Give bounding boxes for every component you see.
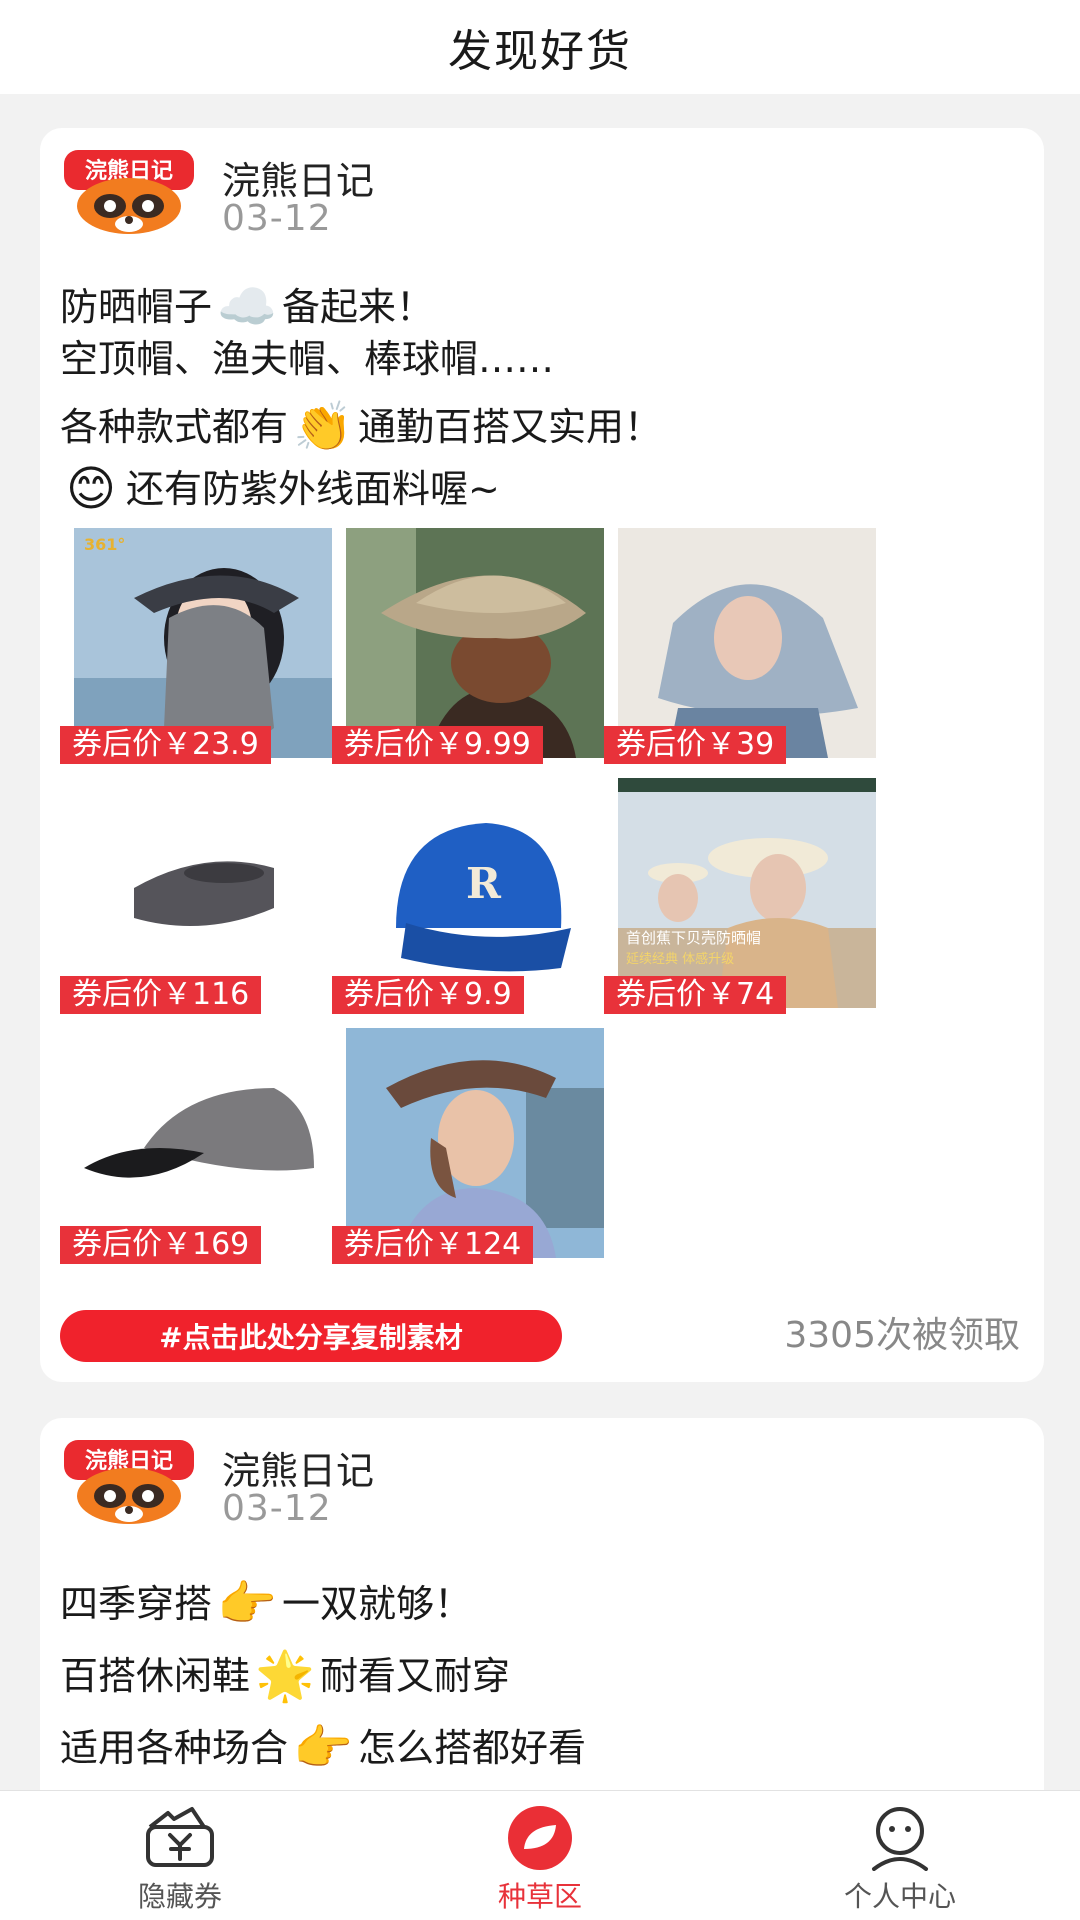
product-image[interactable] — [346, 1028, 604, 1258]
nav-label: 种草区 — [497, 1880, 582, 1913]
price-tag: 券后价￥74 — [604, 976, 787, 1014]
price-tag: 券后价￥116 — [60, 976, 262, 1014]
product-item[interactable]: 券后价￥116 — [60, 778, 332, 1014]
post-line-text: 耐看又耐穿 — [320, 1654, 511, 1698]
post-line: 四季穿搭 👉 一双就够！ — [60, 1568, 1000, 1640]
leaf-icon — [508, 1806, 572, 1870]
post-line-text: 适用各种场合 — [60, 1726, 289, 1770]
post-date: 03-12 — [222, 198, 332, 239]
nav-label: 个人中心 — [843, 1880, 956, 1913]
claim-count: 3305次被领取 — [784, 1315, 1020, 1356]
product-item[interactable]: 361° 券后价￥23.9 — [60, 528, 332, 764]
star-icon: 🌟 — [255, 1648, 315, 1704]
promo-text: 首创蕉下贝壳防晒帽 — [626, 929, 761, 947]
author-name: 浣熊日记 — [222, 159, 375, 203]
post-date: 03-12 — [222, 1488, 332, 1529]
author-name: 浣熊日记 — [222, 1449, 375, 1493]
product-image[interactable] — [618, 528, 876, 758]
bottom-nav: 隐藏券 种草区 个人中心 — [0, 1790, 1080, 1920]
post-line: 适用各种场合 👉 怎么搭都好看 — [60, 1712, 1000, 1784]
top-bar: 发现好货 — [0, 0, 1080, 94]
raccoon-avatar-icon[interactable]: 浣熊日记 — [60, 148, 198, 234]
clapping-hands-icon: 👏 — [293, 399, 353, 455]
promo-subtext: 延续经典 体感升级 — [626, 951, 734, 967]
app-screen: 发现好货 浣熊日记 浣熊日记 03-12 防晒帽子 ☁️ 备起来！ 空顶帽、渔夫… — [0, 0, 1080, 1920]
price-tag: 券后价￥124 — [332, 1226, 534, 1264]
product-image[interactable] — [74, 778, 332, 1008]
product-image[interactable]: 361° — [74, 528, 332, 758]
product-item[interactable]: 券后价￥39 — [604, 528, 876, 764]
cloud-icon: ☁️ — [217, 279, 277, 335]
product-image[interactable] — [346, 528, 604, 758]
price-tag: 券后价￥9.99 — [332, 726, 543, 764]
person-icon — [872, 1807, 928, 1871]
product-item[interactable]: R 券后价￥9.9 — [332, 778, 604, 1014]
product-image[interactable]: 首创蕉下贝壳防晒帽 延续经典 体感升级 — [618, 778, 876, 1008]
post-line-text: 四季穿搭 — [60, 1582, 213, 1626]
price-tag: 券后价￥169 — [60, 1226, 262, 1264]
nav-label: 隐藏券 — [137, 1880, 222, 1913]
post-line-text: 空顶帽、渔夫帽、棒球帽…… — [60, 337, 555, 381]
pointing-hand-icon: 👉 — [217, 1576, 277, 1632]
product-image[interactable] — [74, 1028, 332, 1258]
smiley-icon: 😊 — [65, 461, 117, 517]
post-line: 😊 还有防紫外线面料喔~ — [56, 458, 1000, 520]
post-card[interactable]: 浣熊日记 浣熊日记 03-12 防晒帽子 ☁️ 备起来！ 空顶帽、渔夫帽、棒球帽… — [40, 128, 1044, 1382]
post-text: 防晒帽子 ☁️ 备起来！ 空顶帽、渔夫帽、棒球帽…… 各种款式都有 👏 通勤百搭… — [60, 276, 1000, 520]
product-image[interactable]: R — [346, 778, 604, 1008]
product-item[interactable]: 券后价￥169 — [60, 1028, 332, 1264]
product-item[interactable]: 首创蕉下贝壳防晒帽 延续经典 体感升级 券后价￥74 — [604, 778, 876, 1014]
post-line-text: 各种款式都有 — [60, 405, 289, 449]
price-tag: 券后价￥39 — [604, 726, 787, 764]
nav-item-discover[interactable]: 种草区 — [360, 1791, 720, 1920]
post-text: 四季穿搭 👉 一双就够！ 百搭休闲鞋 🌟 耐看又耐穿 适用各种场合 👉 怎么搭都… — [60, 1568, 1000, 1784]
brand-logo: 361° — [84, 535, 125, 554]
raccoon-avatar-icon[interactable]: 浣熊日记 — [60, 1438, 198, 1524]
post-line-text: 备起来！ — [282, 285, 435, 329]
post-line: 各种款式都有 👏 通勤百搭又实用！ — [60, 396, 1000, 458]
nav-item-profile[interactable]: 个人中心 — [720, 1791, 1080, 1920]
product-item[interactable]: 券后价￥124 — [332, 1028, 604, 1264]
product-item[interactable]: 券后价￥9.99 — [332, 528, 604, 764]
post-line-text: 通勤百搭又实用！ — [358, 405, 663, 449]
share-copy-button[interactable]: #点击此处分享复制素材 — [60, 1310, 562, 1362]
cap-logo: R — [466, 859, 502, 908]
nav-item-hidden-coupons[interactable]: 隐藏券 — [0, 1791, 360, 1920]
page-title: 发现好货 — [448, 26, 632, 77]
post-line-text: 还有防紫外线面料喔~ — [126, 467, 500, 511]
post-line: 百搭休闲鞋 🌟 耐看又耐穿 — [60, 1640, 1000, 1712]
price-tag: 券后价￥23.9 — [60, 726, 271, 764]
post-line-text: 一双就够！ — [282, 1582, 473, 1626]
post-line-text: 防晒帽子 — [60, 285, 213, 329]
post-line: 空顶帽、渔夫帽、棒球帽…… — [60, 328, 1000, 390]
post-line-text: 百搭休闲鞋 — [60, 1654, 251, 1698]
price-tag: 券后价￥9.9 — [332, 976, 524, 1014]
wallet-yen-icon — [146, 1807, 214, 1867]
pointing-hand-icon: 👉 — [293, 1720, 353, 1776]
post-line-text: 怎么搭都好看 — [358, 1726, 587, 1770]
